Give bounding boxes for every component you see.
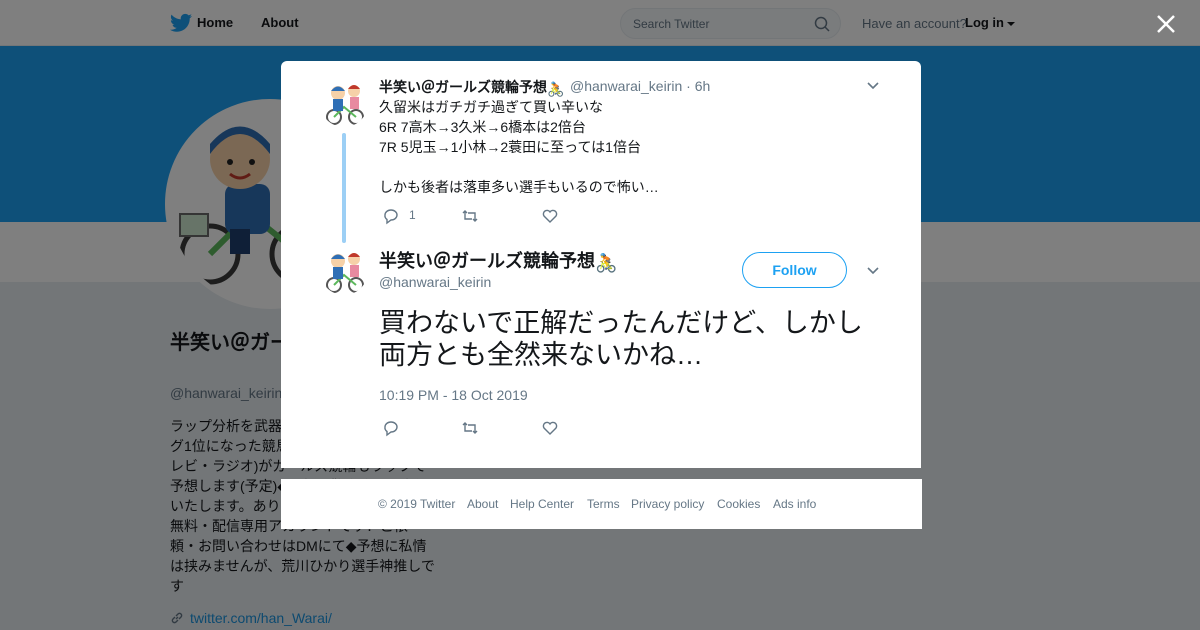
tweet2-timestamp[interactable]: 10:19 PM - 18 Oct 2019 (379, 387, 528, 403)
tweet2-handle[interactable]: @hanwarai_keirin (379, 274, 491, 290)
like-heart-icon[interactable] (541, 207, 559, 225)
follow-button[interactable]: Follow (742, 252, 847, 288)
footer-privacy-link[interactable]: Privacy policy (631, 497, 704, 511)
footer-ads-link[interactable]: Ads info (773, 497, 816, 511)
bicycle-emoji-icon: 🚴 (547, 81, 565, 97)
tweet1-author-name[interactable]: 半笑い＠ガールズ競輪予想🚴 (379, 77, 564, 98)
tweet-permalink-modal: 半笑い＠ガールズ競輪予想🚴 @hanwarai_keirin · 6h 久留米は… (281, 61, 921, 468)
footer-copyright: © 2019 Twitter (378, 497, 456, 511)
tweet2-text: 買わないで正解だったんだけど、しかし両方とも全然来ないかね… (379, 308, 863, 370)
reply-icon[interactable] (382, 419, 400, 437)
retweet-icon[interactable] (461, 207, 479, 225)
tweet1-handle-time[interactable]: @hanwarai_keirin · 6h (570, 78, 710, 94)
modal-footer: © 2019 Twitter About Help Center Terms P… (281, 479, 922, 529)
thread-connector-line (342, 133, 346, 243)
close-icon[interactable] (1154, 12, 1178, 36)
tweet1-avatar[interactable] (320, 79, 368, 127)
tweet1-text: 久留米はガチガチ過ぎて買い辛いな 6R 7高木→3久米→6橋本は2倍台 7R 5… (379, 99, 659, 195)
tweet2-author-name[interactable]: 半笑い＠ガールズ競輪予想🚴 (379, 247, 617, 274)
footer-terms-link[interactable]: Terms (587, 497, 620, 511)
chevron-down-icon[interactable] (867, 82, 879, 90)
bicycle-emoji-icon: 🚴 (595, 253, 618, 273)
tweet1-reply-count: 1 (409, 208, 416, 222)
retweet-icon[interactable] (461, 419, 479, 437)
avatar-illustration-icon (326, 85, 364, 125)
chevron-down-icon[interactable] (867, 267, 879, 275)
tweet1-author-name-text: 半笑い＠ガールズ競輪予想 (379, 79, 547, 95)
reply-icon[interactable] (382, 207, 400, 225)
avatar-illustration-icon (326, 253, 364, 293)
footer-cookies-link[interactable]: Cookies (717, 497, 760, 511)
tweet2-avatar[interactable] (320, 247, 368, 295)
footer-about-link[interactable]: About (467, 497, 498, 511)
like-heart-icon[interactable] (541, 419, 559, 437)
footer-help-link[interactable]: Help Center (510, 497, 574, 511)
tweet2-author-name-text: 半笑い＠ガールズ競輪予想 (379, 251, 595, 271)
